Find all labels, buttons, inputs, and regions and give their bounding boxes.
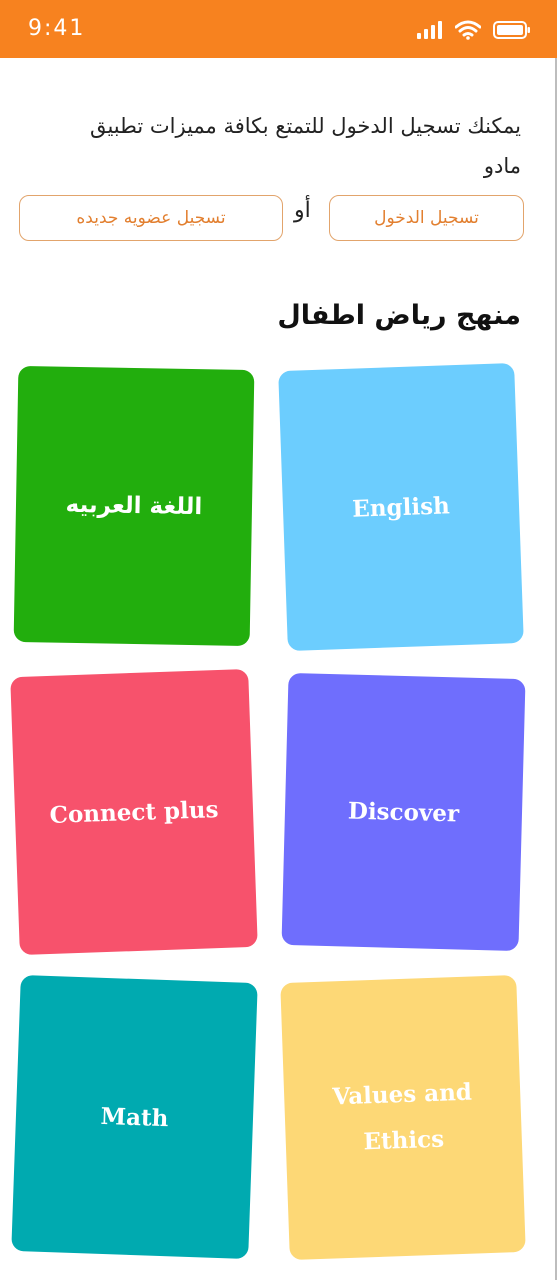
battery-icon bbox=[493, 21, 530, 39]
intro-text: يمكنك تسجيل الدخول للتمتع بكافة مميزات ت… bbox=[89, 114, 521, 178]
signal-icon bbox=[417, 21, 442, 39]
card-label: Discover bbox=[347, 797, 460, 827]
card-label: English bbox=[351, 491, 451, 523]
card-label: Connect plus bbox=[49, 795, 219, 829]
or-separator: أو bbox=[294, 198, 311, 223]
card-math[interactable]: Math bbox=[11, 974, 258, 1260]
wifi-icon bbox=[455, 20, 481, 40]
card-label: Math bbox=[100, 1102, 169, 1132]
section-title: منهج رياض اطفال bbox=[277, 300, 521, 331]
card-discover[interactable]: Discover bbox=[281, 672, 526, 952]
card-english[interactable]: English bbox=[278, 362, 524, 652]
login-button[interactable]: تسجيل الدخول bbox=[329, 195, 524, 241]
card-label: اللغة العربيه bbox=[65, 491, 203, 521]
card-connect-plus[interactable]: Connect plus bbox=[10, 668, 258, 956]
register-button[interactable]: تسجيل عضويه جديده bbox=[19, 195, 283, 241]
card-label: Values and Ethics bbox=[332, 1078, 473, 1155]
status-time: 9:41 bbox=[28, 16, 86, 41]
card-values-ethics[interactable]: Values and Ethics bbox=[280, 974, 526, 1261]
status-icons bbox=[417, 20, 531, 40]
card-arabic-language[interactable]: اللغة العربيه bbox=[13, 365, 255, 647]
status-bar: 9:41 bbox=[0, 0, 557, 58]
